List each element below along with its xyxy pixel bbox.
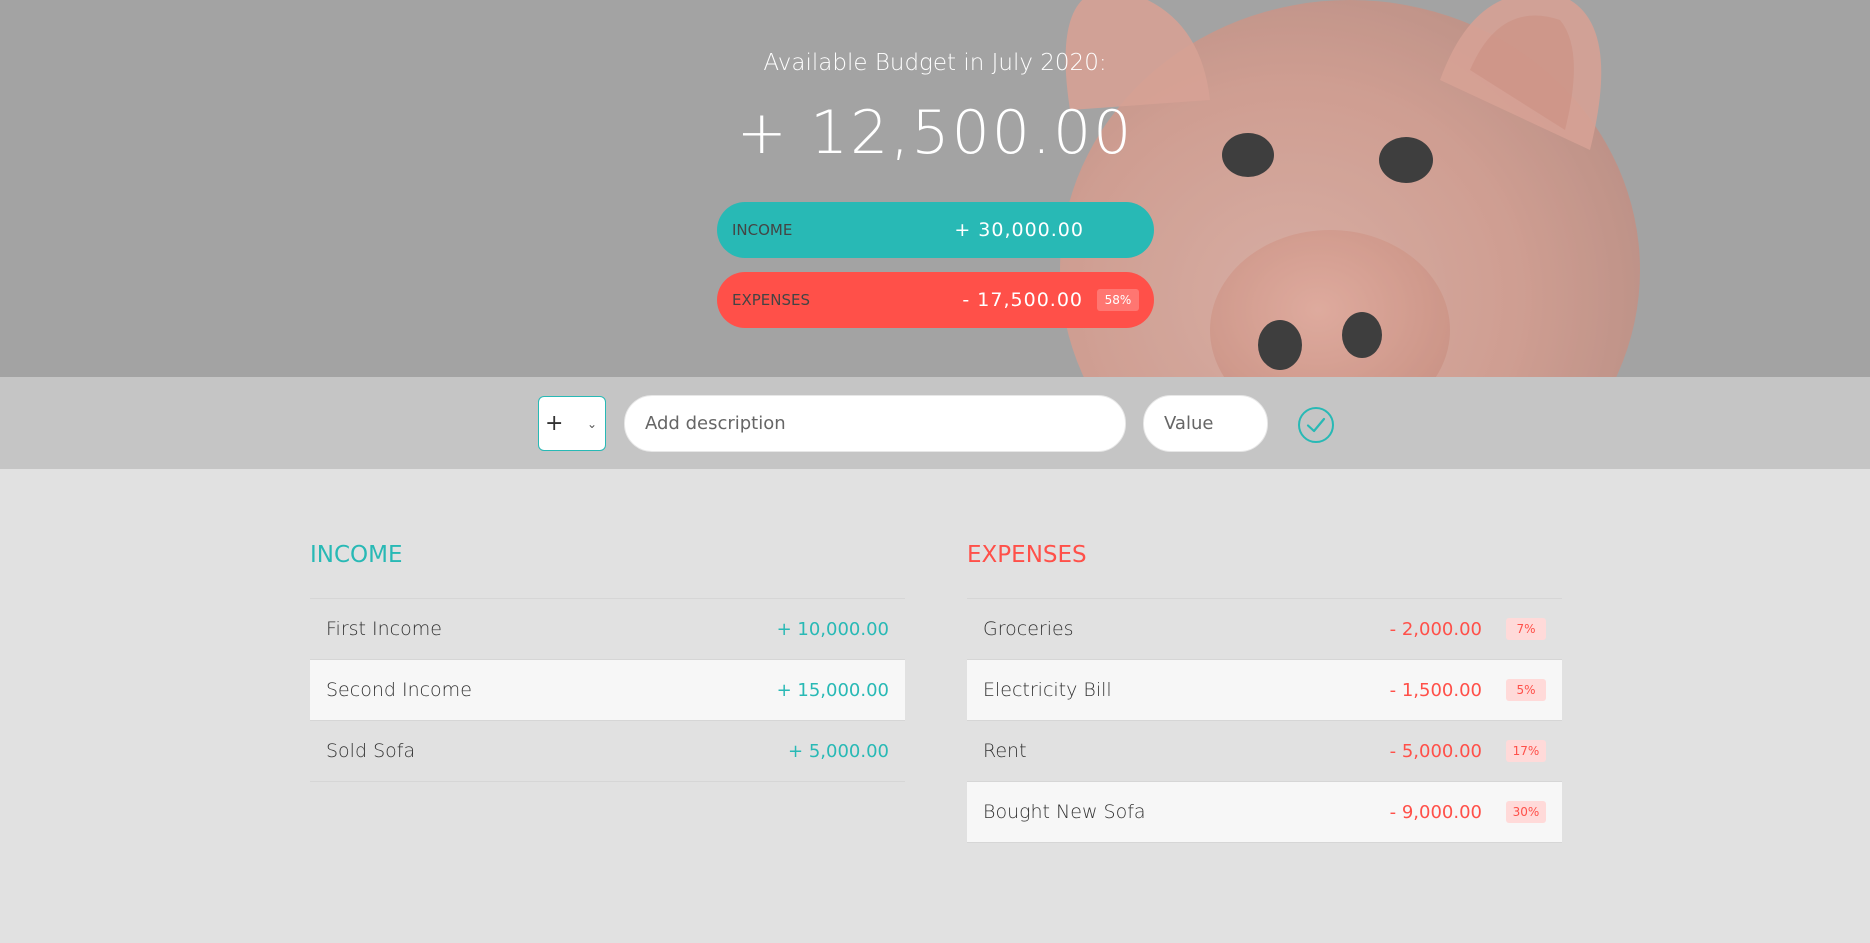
check-circle-icon[interactable] xyxy=(1297,406,1335,444)
expense-value: - 9,000.00 xyxy=(1389,801,1482,823)
income-value: + 5,000.00 xyxy=(788,740,889,762)
budget-title: Available Budget in July 2020: xyxy=(763,50,1107,76)
income-row[interactable]: First Income + 10,000.00 xyxy=(310,599,905,660)
value-input[interactable] xyxy=(1143,395,1268,452)
expense-row[interactable]: Groceries - 2,000.00 7% xyxy=(967,599,1562,660)
expense-row[interactable]: Electricity Bill - 1,500.00 5% xyxy=(967,660,1562,721)
description-input[interactable] xyxy=(624,395,1126,452)
expenses-summary: Expenses - 17,500.00 58% xyxy=(717,272,1154,328)
income-summary-label: Income xyxy=(732,221,793,239)
income-description: First Income xyxy=(326,618,442,640)
expense-percentage-badge: 17% xyxy=(1506,740,1546,762)
available-budget-value: + 12,500.00 xyxy=(736,98,1134,168)
budget-header: Available Budget in July 2020: + 12,500.… xyxy=(0,0,1870,377)
income-summary: Income + 30,000.00 xyxy=(717,202,1154,258)
income-value: + 15,000.00 xyxy=(776,679,889,701)
expenses-summary-value: - 17,500.00 xyxy=(962,289,1083,311)
expense-percentage-badge: 5% xyxy=(1506,679,1546,701)
expenses-percentage-badge: 58% xyxy=(1097,289,1139,311)
income-description: Sold Sofa xyxy=(326,740,416,762)
income-list: Income First Income + 10,000.00 Second I… xyxy=(310,542,905,782)
expenses-list-title: Expenses xyxy=(967,542,1087,568)
income-summary-value: + 30,000.00 xyxy=(954,219,1084,241)
expense-value: - 2,000.00 xyxy=(1389,618,1482,640)
expense-value: - 5,000.00 xyxy=(1389,740,1482,762)
income-value: + 10,000.00 xyxy=(776,618,889,640)
income-list-title: Income xyxy=(310,542,403,568)
income-description: Second Income xyxy=(326,679,472,701)
expense-description: Bought New Sofa xyxy=(983,801,1146,823)
expense-value: - 1,500.00 xyxy=(1389,679,1482,701)
income-row[interactable]: Sold Sofa + 5,000.00 xyxy=(310,721,905,782)
add-item-bar: + ⌄ xyxy=(0,377,1870,469)
type-select-value: + xyxy=(545,411,564,436)
income-row[interactable]: Second Income + 15,000.00 xyxy=(310,660,905,721)
chevron-down-icon: ⌄ xyxy=(586,417,597,431)
expense-description: Groceries xyxy=(983,618,1074,640)
expense-row[interactable]: Bought New Sofa - 9,000.00 30% xyxy=(967,782,1562,843)
type-select[interactable]: + ⌄ xyxy=(538,396,606,451)
expenses-list: Expenses Groceries - 2,000.00 7% Electri… xyxy=(967,542,1562,843)
expense-description: Electricity Bill xyxy=(983,679,1112,701)
expense-percentage-badge: 30% xyxy=(1506,801,1546,823)
expense-row[interactable]: Rent - 5,000.00 17% xyxy=(967,721,1562,782)
expense-percentage-badge: 7% xyxy=(1506,618,1546,640)
expense-description: Rent xyxy=(983,740,1027,762)
expenses-summary-label: Expenses xyxy=(732,291,811,309)
